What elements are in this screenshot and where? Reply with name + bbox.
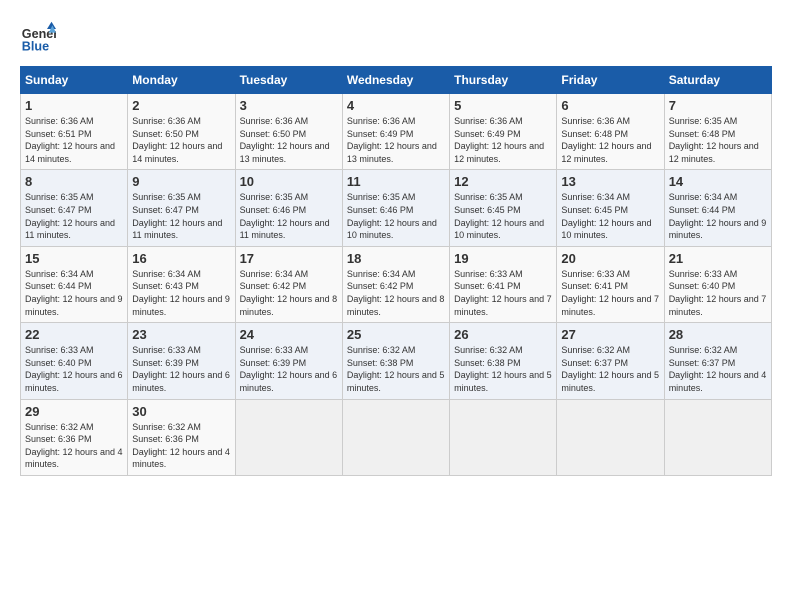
calendar-cell bbox=[450, 399, 557, 475]
calendar-cell: 26Sunrise: 6:32 AMSunset: 6:38 PMDayligh… bbox=[450, 323, 557, 399]
calendar-cell: 1Sunrise: 6:36 AMSunset: 6:51 PMDaylight… bbox=[21, 94, 128, 170]
calendar-header-row: Sunday Monday Tuesday Wednesday Thursday… bbox=[21, 67, 772, 94]
calendar-cell: 7Sunrise: 6:35 AMSunset: 6:48 PMDaylight… bbox=[664, 94, 771, 170]
calendar-table: Sunday Monday Tuesday Wednesday Thursday… bbox=[20, 66, 772, 476]
col-thursday: Thursday bbox=[450, 67, 557, 94]
col-saturday: Saturday bbox=[664, 67, 771, 94]
calendar-cell: 21Sunrise: 6:33 AMSunset: 6:40 PMDayligh… bbox=[664, 246, 771, 322]
calendar-week-4: 22Sunrise: 6:33 AMSunset: 6:40 PMDayligh… bbox=[21, 323, 772, 399]
page-header: General Blue bbox=[20, 20, 772, 56]
logo: General Blue bbox=[20, 20, 56, 56]
calendar-cell bbox=[557, 399, 664, 475]
calendar-cell: 27Sunrise: 6:32 AMSunset: 6:37 PMDayligh… bbox=[557, 323, 664, 399]
calendar-cell: 9Sunrise: 6:35 AMSunset: 6:47 PMDaylight… bbox=[128, 170, 235, 246]
calendar-cell: 6Sunrise: 6:36 AMSunset: 6:48 PMDaylight… bbox=[557, 94, 664, 170]
calendar-cell: 23Sunrise: 6:33 AMSunset: 6:39 PMDayligh… bbox=[128, 323, 235, 399]
calendar-cell: 24Sunrise: 6:33 AMSunset: 6:39 PMDayligh… bbox=[235, 323, 342, 399]
col-tuesday: Tuesday bbox=[235, 67, 342, 94]
calendar-cell: 22Sunrise: 6:33 AMSunset: 6:40 PMDayligh… bbox=[21, 323, 128, 399]
calendar-cell: 30Sunrise: 6:32 AMSunset: 6:36 PMDayligh… bbox=[128, 399, 235, 475]
calendar-cell: 12Sunrise: 6:35 AMSunset: 6:45 PMDayligh… bbox=[450, 170, 557, 246]
col-friday: Friday bbox=[557, 67, 664, 94]
col-monday: Monday bbox=[128, 67, 235, 94]
calendar-cell bbox=[235, 399, 342, 475]
calendar-cell: 13Sunrise: 6:34 AMSunset: 6:45 PMDayligh… bbox=[557, 170, 664, 246]
calendar-cell: 17Sunrise: 6:34 AMSunset: 6:42 PMDayligh… bbox=[235, 246, 342, 322]
calendar-week-1: 1Sunrise: 6:36 AMSunset: 6:51 PMDaylight… bbox=[21, 94, 772, 170]
calendar-cell: 25Sunrise: 6:32 AMSunset: 6:38 PMDayligh… bbox=[342, 323, 449, 399]
calendar-cell bbox=[664, 399, 771, 475]
calendar-cell: 28Sunrise: 6:32 AMSunset: 6:37 PMDayligh… bbox=[664, 323, 771, 399]
calendar-cell: 8Sunrise: 6:35 AMSunset: 6:47 PMDaylight… bbox=[21, 170, 128, 246]
calendar-cell: 29Sunrise: 6:32 AMSunset: 6:36 PMDayligh… bbox=[21, 399, 128, 475]
calendar-week-2: 8Sunrise: 6:35 AMSunset: 6:47 PMDaylight… bbox=[21, 170, 772, 246]
calendar-cell: 15Sunrise: 6:34 AMSunset: 6:44 PMDayligh… bbox=[21, 246, 128, 322]
calendar-cell: 3Sunrise: 6:36 AMSunset: 6:50 PMDaylight… bbox=[235, 94, 342, 170]
calendar-cell bbox=[342, 399, 449, 475]
calendar-cell: 14Sunrise: 6:34 AMSunset: 6:44 PMDayligh… bbox=[664, 170, 771, 246]
col-wednesday: Wednesday bbox=[342, 67, 449, 94]
calendar-cell: 5Sunrise: 6:36 AMSunset: 6:49 PMDaylight… bbox=[450, 94, 557, 170]
calendar-cell: 11Sunrise: 6:35 AMSunset: 6:46 PMDayligh… bbox=[342, 170, 449, 246]
calendar-week-5: 29Sunrise: 6:32 AMSunset: 6:36 PMDayligh… bbox=[21, 399, 772, 475]
calendar-week-3: 15Sunrise: 6:34 AMSunset: 6:44 PMDayligh… bbox=[21, 246, 772, 322]
logo-icon: General Blue bbox=[20, 20, 56, 56]
calendar-cell: 20Sunrise: 6:33 AMSunset: 6:41 PMDayligh… bbox=[557, 246, 664, 322]
col-sunday: Sunday bbox=[21, 67, 128, 94]
calendar-cell: 4Sunrise: 6:36 AMSunset: 6:49 PMDaylight… bbox=[342, 94, 449, 170]
calendar-cell: 18Sunrise: 6:34 AMSunset: 6:42 PMDayligh… bbox=[342, 246, 449, 322]
calendar-cell: 2Sunrise: 6:36 AMSunset: 6:50 PMDaylight… bbox=[128, 94, 235, 170]
calendar-cell: 16Sunrise: 6:34 AMSunset: 6:43 PMDayligh… bbox=[128, 246, 235, 322]
svg-text:Blue: Blue bbox=[22, 40, 49, 54]
calendar-cell: 10Sunrise: 6:35 AMSunset: 6:46 PMDayligh… bbox=[235, 170, 342, 246]
calendar-cell: 19Sunrise: 6:33 AMSunset: 6:41 PMDayligh… bbox=[450, 246, 557, 322]
